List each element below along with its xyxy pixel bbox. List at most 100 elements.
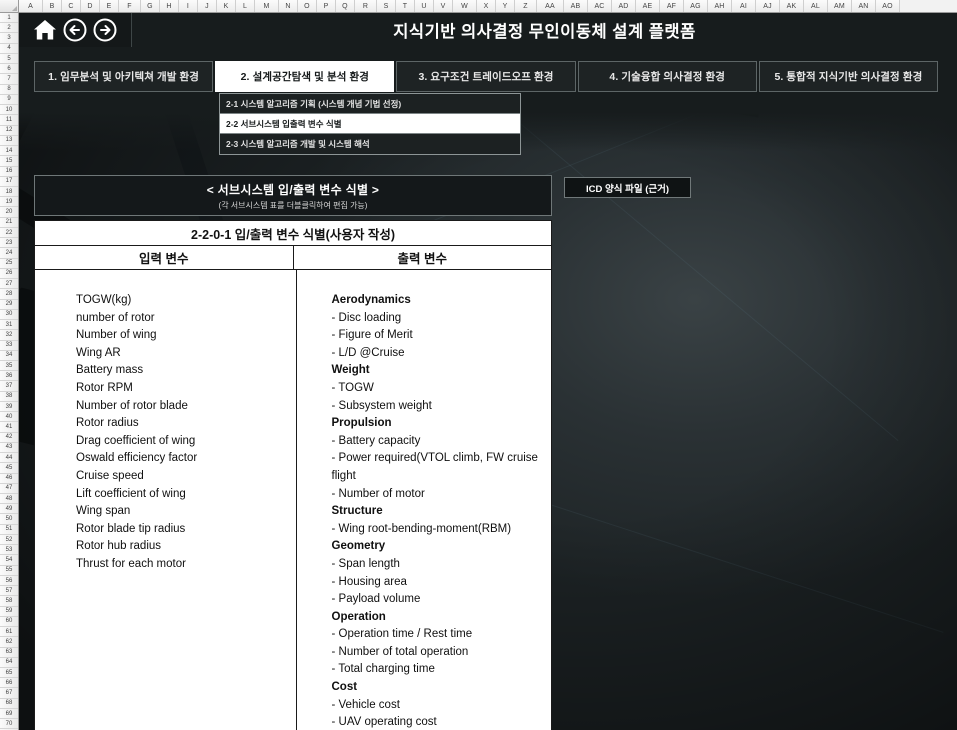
column-header-f[interactable]: F <box>119 0 141 12</box>
column-header-a[interactable]: A <box>19 0 43 12</box>
row-header-16[interactable]: 16 <box>0 167 18 177</box>
row-header-3[interactable]: 3 <box>0 33 18 44</box>
row-header-42[interactable]: 42 <box>0 433 18 443</box>
column-header-r[interactable]: R <box>355 0 377 12</box>
column-header-x[interactable]: X <box>477 0 496 12</box>
row-header-20[interactable]: 20 <box>0 207 18 218</box>
row-header-53[interactable]: 53 <box>0 545 18 556</box>
column-header-p[interactable]: P <box>317 0 336 12</box>
tab-5[interactable]: 5. 통합적 지식기반 의사결정 환경 <box>758 61 939 92</box>
column-header-i[interactable]: I <box>179 0 198 12</box>
row-header-7[interactable]: 7 <box>0 74 18 85</box>
row-header-15[interactable]: 15 <box>0 156 18 167</box>
row-header-23[interactable]: 23 <box>0 238 18 249</box>
row-header-43[interactable]: 43 <box>0 443 18 454</box>
row-header-4[interactable]: 4 <box>0 44 18 54</box>
row-header-39[interactable]: 39 <box>0 402 18 413</box>
column-header-m[interactable]: M <box>255 0 279 12</box>
row-header-26[interactable]: 26 <box>0 269 18 280</box>
column-header-c[interactable]: C <box>62 0 81 12</box>
row-header-47[interactable]: 47 <box>0 484 18 495</box>
row-header-24[interactable]: 24 <box>0 248 18 259</box>
row-header-63[interactable]: 63 <box>0 648 18 658</box>
column-header-ae[interactable]: AE <box>636 0 660 12</box>
submenu-item-2[interactable]: 2-2 서브시스템 입출력 변수 식별 <box>220 114 520 134</box>
row-header-37[interactable]: 37 <box>0 381 18 392</box>
row-header-41[interactable]: 41 <box>0 422 18 433</box>
row-header-70[interactable]: 70 <box>0 719 18 730</box>
row-header-49[interactable]: 49 <box>0 504 18 515</box>
column-header-al[interactable]: AL <box>804 0 828 12</box>
column-header-ac[interactable]: AC <box>588 0 612 12</box>
column-header-n[interactable]: N <box>279 0 298 12</box>
select-all-icon[interactable] <box>0 0 19 12</box>
row-header-62[interactable]: 62 <box>0 637 18 648</box>
column-header-ad[interactable]: AD <box>612 0 636 12</box>
column-header-j[interactable]: J <box>198 0 217 12</box>
column-header-z[interactable]: Z <box>515 0 537 12</box>
forward-arrow-icon[interactable] <box>92 17 118 43</box>
row-header-66[interactable]: 66 <box>0 678 18 689</box>
row-header-28[interactable]: 28 <box>0 289 18 300</box>
tab-2[interactable]: 2. 설계공간탐색 및 분석 환경 <box>215 61 395 92</box>
row-header-11[interactable]: 11 <box>0 115 18 126</box>
column-header-q[interactable]: Q <box>336 0 355 12</box>
row-header-55[interactable]: 55 <box>0 566 18 576</box>
input-variables-cell[interactable]: TOGW(kg) number of rotor Number of wing Win… <box>35 270 297 730</box>
column-header-v[interactable]: V <box>434 0 453 12</box>
row-header-12[interactable]: 12 <box>0 126 18 136</box>
row-header-6[interactable]: 6 <box>0 64 18 75</box>
column-header-o[interactable]: O <box>298 0 317 12</box>
column-header-ab[interactable]: AB <box>564 0 588 12</box>
column-header-w[interactable]: W <box>453 0 477 12</box>
column-header-ag[interactable]: AG <box>684 0 708 12</box>
column-header-h[interactable]: H <box>160 0 179 12</box>
row-header-5[interactable]: 5 <box>0 54 18 65</box>
row-header-17[interactable]: 17 <box>0 177 18 187</box>
home-icon[interactable] <box>32 17 58 43</box>
row-header-51[interactable]: 51 <box>0 525 18 535</box>
column-header-ao[interactable]: AO <box>876 0 900 12</box>
column-header-y[interactable]: Y <box>496 0 515 12</box>
row-header-10[interactable]: 10 <box>0 105 18 116</box>
row-header-67[interactable]: 67 <box>0 688 18 699</box>
row-header-45[interactable]: 45 <box>0 463 18 474</box>
row-header-33[interactable]: 33 <box>0 341 18 351</box>
row-header-69[interactable]: 69 <box>0 709 18 720</box>
row-header-57[interactable]: 57 <box>0 586 18 597</box>
output-variables-cell[interactable]: Aerodynamics - Disc loading - Figure of Me… <box>297 270 552 730</box>
row-header-2[interactable]: 2 <box>0 23 18 34</box>
row-header-52[interactable]: 52 <box>0 535 18 546</box>
row-header-68[interactable]: 68 <box>0 699 18 709</box>
submenu-item-1[interactable]: 2-1 시스템 알고리즘 기획 (시스템 개념 기법 선정) <box>220 94 520 114</box>
column-header-l[interactable]: L <box>236 0 255 12</box>
row-header-9[interactable]: 9 <box>0 95 18 106</box>
row-header-14[interactable]: 14 <box>0 146 18 157</box>
tab-3[interactable]: 3. 요구조건 트레이드오프 환경 <box>396 61 576 92</box>
column-header-k[interactable]: K <box>217 0 236 12</box>
row-header-34[interactable]: 34 <box>0 351 18 361</box>
row-header-38[interactable]: 38 <box>0 392 18 402</box>
row-header-36[interactable]: 36 <box>0 371 18 382</box>
tab-1[interactable]: 1. 임무분석 및 아키텍쳐 개발 환경 <box>34 61 214 92</box>
row-header-54[interactable]: 54 <box>0 555 18 566</box>
column-header-ai[interactable]: AI <box>732 0 756 12</box>
variable-identification-table[interactable]: 2-2-0-1 입/출력 변수 식별(사용자 작성) 입력 변수 출력 변수 T… <box>34 220 552 730</box>
row-header-22[interactable]: 22 <box>0 228 18 239</box>
row-header-64[interactable]: 64 <box>0 658 18 668</box>
row-header-40[interactable]: 40 <box>0 412 18 423</box>
row-header-1[interactable]: 1 <box>0 13 18 24</box>
row-header-44[interactable]: 44 <box>0 453 18 464</box>
row-header-65[interactable]: 65 <box>0 668 18 679</box>
column-header-s[interactable]: S <box>377 0 396 12</box>
row-header-18[interactable]: 18 <box>0 187 18 198</box>
row-header-56[interactable]: 56 <box>0 576 18 587</box>
column-header-aj[interactable]: AJ <box>756 0 780 12</box>
row-header-21[interactable]: 21 <box>0 218 18 228</box>
column-header-b[interactable]: B <box>43 0 62 12</box>
row-header-48[interactable]: 48 <box>0 494 18 505</box>
column-header-aa[interactable]: AA <box>537 0 564 12</box>
column-header-ak[interactable]: AK <box>780 0 804 12</box>
column-header-t[interactable]: T <box>396 0 415 12</box>
tab-4[interactable]: 4. 기술융합 의사결정 환경 <box>577 61 757 92</box>
